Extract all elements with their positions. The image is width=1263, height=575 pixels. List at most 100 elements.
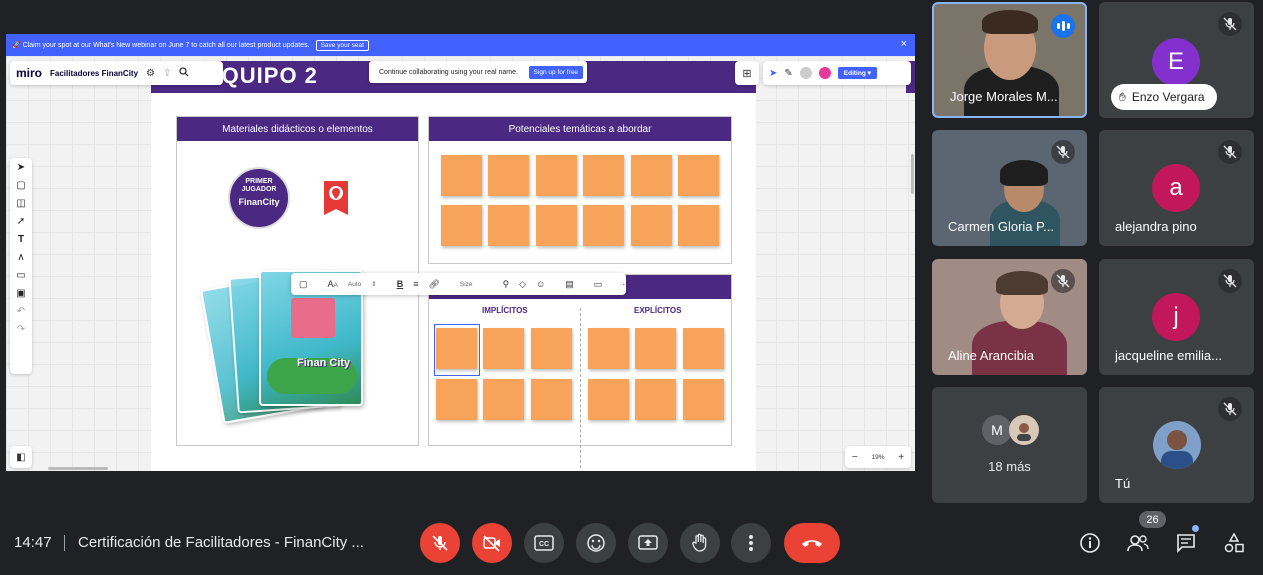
sticky-note[interactable]	[631, 205, 672, 246]
participant-tile[interactable]: Carmen Gloria P...	[932, 130, 1087, 246]
sticky-note[interactable]	[536, 205, 577, 246]
font-size-icon[interactable]: AA	[328, 279, 338, 289]
cursor-icon[interactable]: ➤	[769, 68, 777, 79]
text-icon[interactable]: T	[18, 234, 24, 245]
link-icon[interactable]: 🔗︎	[428, 279, 439, 290]
sticky-note-icon[interactable]: ▢	[16, 180, 25, 191]
apps-icon[interactable]: ⊞	[735, 61, 759, 85]
guest-avatar-icon[interactable]	[818, 67, 831, 79]
mic-off-icon	[1218, 269, 1242, 293]
participant-tile[interactable]: Jorge Morales M...	[932, 2, 1087, 118]
frame-tool-icon[interactable]: ▣	[16, 288, 25, 299]
sticky-note[interactable]	[683, 328, 724, 369]
captions-button[interactable]: CC	[524, 523, 564, 563]
present-screen-button[interactable]	[628, 523, 668, 563]
vertical-scrollbar[interactable]	[911, 154, 914, 194]
comment-icon[interactable]: ▭	[594, 279, 603, 290]
badge-line2: JUGADOR	[241, 186, 277, 193]
save-seat-button[interactable]: Save your seat	[315, 39, 369, 51]
upload-icon[interactable]: ⇪	[163, 68, 171, 79]
context-toolbar: ▢ AA Auto ⇕ B ≡ 🔗︎ Size ⚲ ◇ ☺ ▤ ▭ ···	[291, 273, 631, 295]
sticky-note[interactable]	[631, 155, 672, 196]
sticky-note[interactable]	[436, 379, 477, 420]
settings-icon[interactable]: ⚙	[146, 68, 155, 79]
sticky-note[interactable]	[441, 205, 482, 246]
participant-name: Aline Arancibia	[948, 348, 1034, 363]
people-icon[interactable]	[1124, 529, 1152, 557]
participant-tile[interactable]: Aline Arancibia	[932, 259, 1087, 375]
emoji-reaction-button[interactable]	[576, 523, 616, 563]
bold-icon[interactable]: B	[397, 279, 404, 289]
sticky-note[interactable]	[483, 328, 524, 369]
participant-tile[interactable]: j jacqueline emilia...	[1099, 259, 1254, 375]
column-divider	[580, 308, 581, 468]
chat-icon[interactable]	[1172, 529, 1200, 557]
meeting-info-icon[interactable]	[1076, 529, 1104, 557]
shared-screen: 🚀 Claim your spot at our What's New webi…	[6, 34, 915, 471]
sticky-note[interactable]	[441, 155, 482, 196]
pen-icon[interactable]: ➚	[17, 216, 25, 227]
board-name[interactable]: Facilitadores FinanCity	[50, 69, 138, 78]
sticky-note[interactable]	[536, 155, 577, 196]
raise-hand-button[interactable]	[680, 523, 720, 563]
camera-toggle-button[interactable]	[472, 523, 512, 563]
location-marker-icon[interactable]	[322, 179, 350, 219]
sticky-note[interactable]	[488, 205, 529, 246]
more-icon[interactable]: ···	[622, 279, 631, 289]
horizontal-scrollbar[interactable]	[48, 467, 108, 470]
font-size-value[interactable]: Auto	[348, 281, 361, 288]
selection-box[interactable]	[434, 324, 480, 376]
sticky-note[interactable]	[678, 205, 719, 246]
editing-dropdown[interactable]: Editing ▾	[837, 67, 877, 79]
leave-call-button[interactable]	[784, 523, 840, 563]
banner-close-icon[interactable]: ×	[901, 38, 907, 50]
miro-logo[interactable]: miro	[16, 66, 42, 80]
sticky-note[interactable]	[683, 379, 724, 420]
sticky-note[interactable]	[583, 155, 624, 196]
connector-icon[interactable]: ∧	[17, 252, 24, 263]
tag-icon[interactable]: ◇	[519, 279, 526, 290]
meeting-title: Certificación de Facilitadores - FinanCi…	[78, 534, 364, 551]
mic-toggle-button[interactable]	[420, 523, 460, 563]
undo-icon[interactable]: ↶	[17, 306, 25, 317]
sticky-note[interactable]	[678, 155, 719, 196]
participant-tile[interactable]: E ✋︎ Enzo Vergara	[1099, 2, 1254, 118]
comment-tool-icon[interactable]: ▭	[16, 270, 25, 281]
font-size-stepper-icon[interactable]: ⇕	[371, 280, 376, 288]
sticky-note[interactable]	[635, 379, 676, 420]
sticky-shape-icon[interactable]: ▢	[299, 279, 308, 290]
activities-icon[interactable]	[1220, 529, 1248, 557]
zoom-out-button[interactable]: −	[852, 452, 858, 463]
badge-line1: PRIMER	[245, 178, 273, 185]
sticky-note[interactable]	[635, 328, 676, 369]
reactions-icon[interactable]: ✎	[784, 68, 792, 79]
sticky-note[interactable]	[588, 328, 629, 369]
sticky-note[interactable]	[488, 155, 529, 196]
sticky-note[interactable]	[531, 328, 572, 369]
signup-button[interactable]: Sign up for free	[528, 65, 583, 79]
sticky-note[interactable]	[583, 205, 624, 246]
zoom-in-button[interactable]: +	[898, 452, 904, 463]
raised-hand-pill: ✋︎ Enzo Vergara	[1111, 84, 1217, 110]
redo-icon[interactable]: ↷	[17, 324, 25, 335]
sticky-note[interactable]	[588, 379, 629, 420]
emoji-icon[interactable]: ☺	[536, 279, 545, 289]
search-icon[interactable]	[179, 66, 189, 80]
user-avatar-icon[interactable]	[799, 67, 812, 79]
avatar: j	[1152, 293, 1200, 341]
others-tile[interactable]: M 18 más	[932, 387, 1087, 503]
primer-jugador-badge[interactable]: PRIMER JUGADOR FinanCity	[228, 167, 290, 229]
sticky-note[interactable]	[531, 379, 572, 420]
person-tag-icon[interactable]: ⚲	[503, 279, 510, 290]
more-options-button[interactable]	[731, 523, 771, 563]
participant-tile[interactable]: a alejandra pino	[1099, 130, 1254, 246]
shapes-icon[interactable]: ◫	[16, 198, 25, 209]
card-icon[interactable]: ▤	[565, 279, 574, 290]
zoom-level[interactable]: 19%	[871, 454, 884, 461]
select-icon[interactable]: ➤	[17, 162, 25, 173]
self-tile[interactable]: Tú	[1099, 387, 1254, 503]
others-count: 18 más	[988, 459, 1031, 474]
panel-toggle-icon[interactable]: ◧	[10, 446, 32, 468]
sticky-note[interactable]	[483, 379, 524, 420]
align-icon[interactable]: ≡	[413, 279, 418, 289]
